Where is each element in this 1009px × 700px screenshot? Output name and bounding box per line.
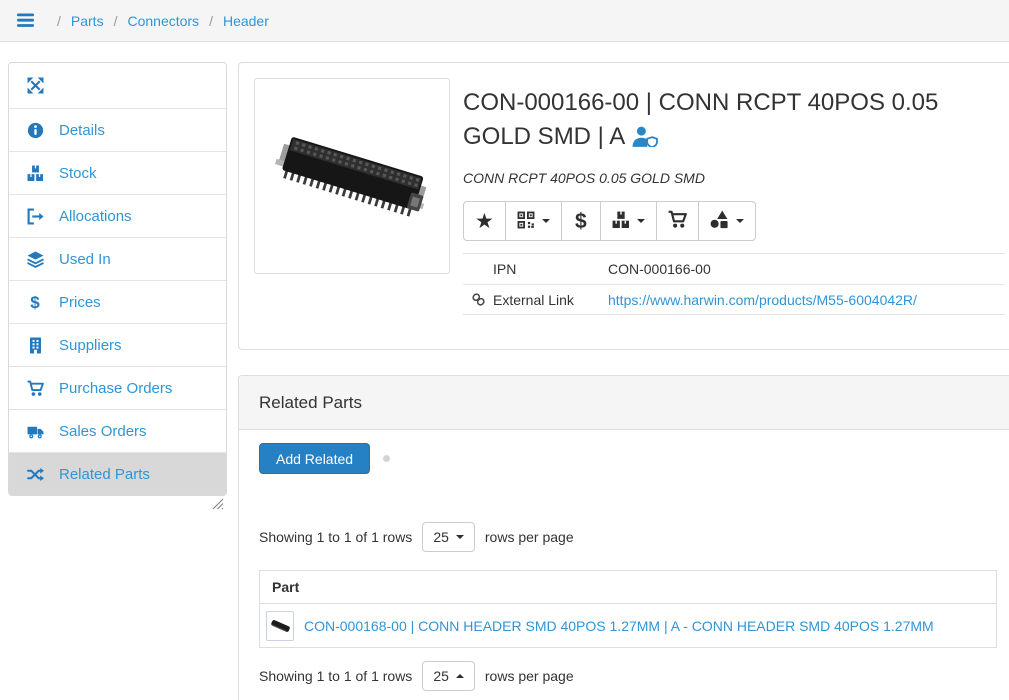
sidebar-item-label: Related Parts [59, 466, 150, 483]
breadcrumb-separator: / [209, 13, 213, 29]
showing-rows-text: Showing 1 to 1 of 1 rows [259, 668, 412, 684]
external-link[interactable]: https://www.harwin.com/products/M55-6004… [608, 292, 917, 308]
sidebar-item-stock[interactable]: Stock [9, 151, 226, 194]
sidebar-item-label: Details [59, 122, 105, 139]
sidebar-item-suppliers[interactable]: Suppliers [9, 323, 226, 366]
showing-rows-text: Showing 1 to 1 of 1 rows [259, 529, 412, 545]
sidebar-item-label: Suppliers [59, 337, 122, 354]
shapes-icon [710, 210, 729, 232]
sidebar-item-label: Allocations [59, 208, 132, 225]
shopping-cart-icon [24, 380, 46, 397]
shopping-cart-icon [668, 210, 687, 232]
sidebar-item-details[interactable]: Details [9, 108, 226, 151]
info-circle-icon [24, 122, 46, 139]
caret-down-icon [542, 219, 550, 223]
sidebar-item-label: Sales Orders [59, 423, 147, 440]
breadcrumb: / Parts / Connectors / Header [47, 13, 269, 29]
dollar-icon: $ [575, 211, 587, 232]
related-parts-table: Part CON-000168-00 | CONN HEADER SMD 40P… [259, 570, 997, 648]
shuffle-icon [24, 466, 46, 483]
sidebar-item-expand[interactable] [9, 63, 226, 108]
connector-thumb-image [270, 619, 290, 632]
breadcrumb-parts[interactable]: Parts [71, 13, 104, 29]
breadcrumb-separator: / [114, 13, 118, 29]
sidebar-item-label: Prices [59, 294, 101, 311]
page-title: CON-000166-00 | CONN RCPT 40POS 0.05 GOL… [463, 86, 968, 157]
favorite-button[interactable]: ★ [463, 201, 506, 241]
caret-down-icon [456, 535, 464, 539]
sidebar-item-prices[interactable]: $ Prices [9, 280, 226, 323]
user-shield-icon [631, 126, 658, 153]
sidebar: Details Stock Allocations [8, 62, 227, 496]
boxes-icon [612, 211, 630, 232]
sign-out-icon [24, 208, 46, 225]
page-size-dropdown[interactable]: 25 [422, 522, 475, 552]
component-actions-button[interactable] [698, 201, 756, 241]
building-icon [24, 337, 46, 354]
detail-label: External Link [493, 292, 608, 308]
sidebar-item-purchase-orders[interactable]: Purchase Orders [9, 366, 226, 409]
rows-per-page-text: rows per page [485, 529, 574, 545]
part-description: CONN RCPT 40POS 0.05 GOLD SMD [463, 170, 1005, 186]
page-size-dropdown[interactable]: 25 [422, 661, 475, 691]
rows-per-page-text: rows per page [485, 668, 574, 684]
sidebar-item-label: Purchase Orders [59, 380, 172, 397]
detail-value-ipn: CON-000166-00 [608, 261, 711, 277]
related-part-link[interactable]: CON-000168-00 | CONN HEADER SMD 40POS 1.… [304, 618, 934, 634]
part-image[interactable] [254, 78, 450, 274]
pricing-button[interactable]: $ [561, 201, 601, 241]
table-header-part[interactable]: Part [260, 570, 996, 604]
expand-arrows-icon [24, 77, 46, 94]
part-thumbnail[interactable] [266, 611, 294, 641]
breadcrumb-connectors[interactable]: Connectors [127, 13, 199, 29]
caret-up-icon [456, 674, 464, 678]
barcode-actions-button[interactable] [505, 201, 562, 241]
hamburger-menu-icon[interactable] [17, 13, 35, 28]
pagination-top: Showing 1 to 1 of 1 rows 25 rows per pag… [259, 522, 997, 552]
related-parts-heading: Related Parts [239, 376, 1009, 430]
link-icon [463, 292, 493, 307]
pagination-bottom: Showing 1 to 1 of 1 rows 25 rows per pag… [259, 661, 997, 691]
stock-actions-button[interactable] [600, 201, 657, 241]
sidebar-item-label: Used In [59, 251, 111, 268]
add-related-button[interactable]: Add Related [259, 443, 370, 474]
sidebar-item-sales-orders[interactable]: Sales Orders [9, 409, 226, 452]
table-row: CON-000168-00 | CONN HEADER SMD 40POS 1.… [260, 604, 996, 648]
part-details-panel: CON-000166-00 | CONN RCPT 40POS 0.05 GOL… [238, 62, 1009, 350]
caret-down-icon [637, 219, 645, 223]
breadcrumb-header[interactable]: Header [223, 13, 269, 29]
caret-down-icon [736, 219, 744, 223]
qr-code-icon [517, 211, 535, 232]
purchase-button[interactable] [656, 201, 699, 241]
related-parts-panel: Related Parts Add Related Showing 1 to 1… [238, 375, 1009, 700]
detail-label: IPN [493, 261, 608, 277]
breadcrumb-separator: / [57, 13, 61, 29]
sidebar-item-allocations[interactable]: Allocations [9, 194, 226, 237]
part-action-toolbar: ★ [463, 201, 756, 241]
dollar-icon: $ [24, 294, 46, 311]
boxes-icon [24, 165, 46, 182]
sidebar-item-label: Stock [59, 165, 97, 182]
sidebar-resize-handle[interactable] [212, 497, 224, 515]
detail-row-external-link: External Link https://www.harwin.com/pro… [463, 284, 1005, 315]
truck-icon [24, 423, 46, 440]
detail-row-ipn: IPN CON-000166-00 [463, 253, 1005, 284]
layers-icon [24, 251, 46, 268]
sidebar-item-used-in[interactable]: Used In [9, 237, 226, 280]
status-dot-icon [383, 455, 390, 462]
breadcrumb-bar: / Parts / Connectors / Header [0, 0, 1009, 42]
star-icon: ★ [475, 211, 494, 232]
sidebar-item-related-parts[interactable]: Related Parts [9, 452, 226, 495]
part-details-table: IPN CON-000166-00 External Link https://… [463, 253, 1005, 315]
